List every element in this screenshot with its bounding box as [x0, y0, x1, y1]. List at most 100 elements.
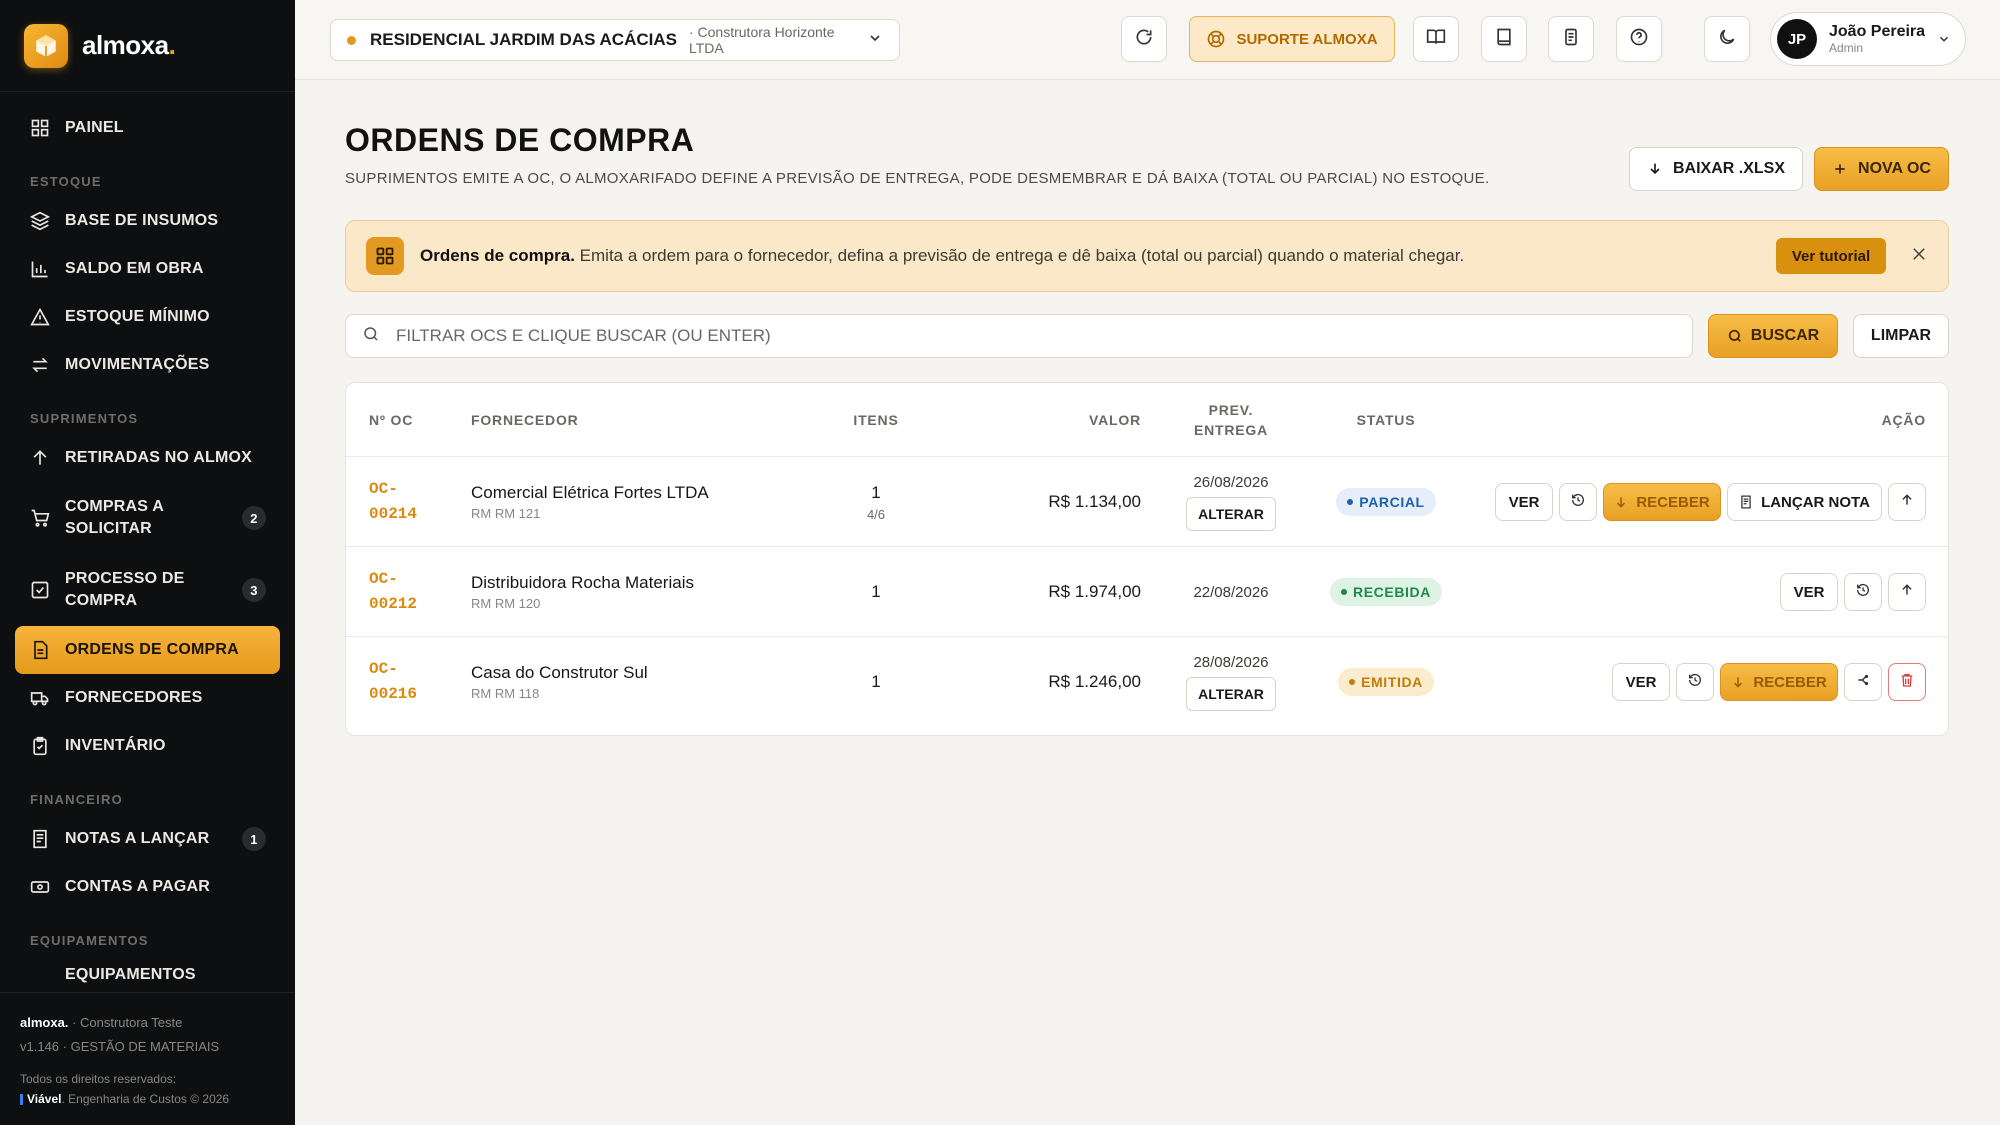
col-action: AÇÃO — [1881, 412, 1926, 428]
items-cell: 1 — [871, 582, 881, 601]
view-button[interactable]: VER — [1780, 573, 1838, 611]
history-button[interactable] — [1676, 663, 1714, 701]
oc-number[interactable]: OC- 00214 — [369, 457, 417, 547]
alter-date-button[interactable]: ALTERAR — [1186, 676, 1276, 711]
alter-date-button[interactable]: ALTERAR — [1186, 496, 1276, 531]
layers-icon — [29, 210, 51, 232]
oc-number[interactable]: OC- 00216 — [369, 637, 417, 727]
supplier-ref: RM RM 121 — [471, 506, 541, 521]
supplier-name: Comercial Elétrica Fortes LTDA — [471, 483, 709, 502]
sidebar-item-estoque-minimo[interactable]: ESTOQUE MÍNIMO — [15, 293, 280, 341]
sidebar-item-notas-a-lancar[interactable]: NOTAS A LANÇAR 1 — [15, 815, 280, 863]
history-icon — [1570, 492, 1586, 513]
history-button[interactable] — [1559, 483, 1597, 521]
sidebar-item-retiradas-no-almox[interactable]: RETIRADAS NO ALMOX — [15, 434, 280, 482]
dark-mode-button[interactable] — [1704, 16, 1750, 62]
section-estoque: ESTOQUE — [30, 174, 102, 189]
sidebar-item-painel[interactable]: PAINEL — [15, 104, 280, 152]
history-icon — [1855, 582, 1871, 603]
user-menu[interactable]: JP João Pereira Admin — [1770, 12, 1966, 66]
download-xlsx-button[interactable]: BAIXAR .XLSX — [1629, 147, 1803, 191]
notes-button[interactable] — [1548, 16, 1594, 62]
new-oc-label: NOVA OC — [1858, 160, 1931, 177]
user-role: Admin — [1829, 41, 1864, 55]
chevron-down-icon — [867, 30, 883, 51]
brand-name: almoxa. — [82, 30, 176, 60]
sidebar-item-base-de-insumos[interactable]: BASE DE INSUMOS — [15, 197, 280, 245]
close-banner-button[interactable] — [1910, 245, 1928, 268]
footer-vendor: Viável. Engenharia de Custos © 2026 — [20, 1089, 275, 1109]
table-row: OC- 00212 Distribuidora Rocha Materiais R… — [346, 547, 1948, 637]
page-title: ORDENS DE COMPRA — [345, 122, 695, 158]
sidebar-item-equipamentos[interactable]: EQUIPAMENTOS — [15, 956, 280, 986]
supplier-name: Casa do Construtor Sul — [471, 663, 648, 682]
launch-note-button[interactable]: LANÇAR NOTA — [1727, 483, 1882, 521]
cart-icon — [29, 507, 51, 529]
oc-number[interactable]: OC- 00212 — [369, 547, 417, 637]
sidebar-nav: PAINEL ESTOQUE BASE DE INSUMOS SALDO EM … — [0, 92, 295, 986]
support-button[interactable]: SUPORTE ALMOXA — [1189, 16, 1395, 62]
tutorial-button[interactable]: Ver tutorial — [1776, 238, 1886, 274]
download-icon — [1647, 161, 1663, 177]
sidebar: almoxa. PAINEL ESTOQUE BASE DE INSUMOS S… — [0, 0, 295, 1125]
split-button[interactable] — [1844, 663, 1882, 701]
sidebar-item-label: BASE DE INSUMOS — [65, 212, 219, 229]
orders-table: Nº OC FORNECEDOR ITENS VALOR PREV. ENTREG… — [345, 382, 1949, 736]
search-button[interactable]: BUSCAR — [1708, 314, 1838, 358]
send-up-button[interactable] — [1888, 573, 1926, 611]
tool-icon — [29, 964, 51, 986]
box-logo-icon — [24, 23, 68, 68]
split-icon — [1856, 673, 1870, 692]
project-status-dot — [347, 35, 356, 45]
sidebar-item-label: MOVIMENTAÇÕES — [65, 356, 210, 373]
sidebar-item-movimentacoes[interactable]: MOVIMENTAÇÕES — [15, 341, 280, 389]
brand[interactable]: almoxa. — [0, 0, 295, 92]
sidebar-item-contas-a-pagar[interactable]: CONTAS A PAGAR — [15, 863, 280, 911]
bar-chart-icon — [29, 258, 51, 280]
sidebar-item-saldo-em-obra[interactable]: SALDO EM OBRA — [15, 245, 280, 293]
help-icon — [1629, 27, 1649, 52]
supplier-cell: Casa do Construtor Sul RM RM 118 — [471, 637, 648, 727]
supplier-ref: RM RM 120 — [471, 596, 541, 611]
clear-button[interactable]: LIMPAR — [1853, 314, 1949, 358]
view-button[interactable]: VER — [1495, 483, 1553, 521]
sidebar-item-label: PAINEL — [65, 119, 124, 136]
page-subtitle: SUPRIMENTOS EMITE A OC, O ALMOXARIFADO D… — [345, 170, 1490, 187]
delete-button[interactable] — [1888, 663, 1926, 701]
sidebar-item-compras-a-solicitar[interactable]: COMPRAS A SOLICITAR 2 — [15, 482, 280, 554]
warning-icon — [29, 306, 51, 328]
value-cell: R$ 1.134,00 — [1048, 492, 1141, 511]
info-banner: Ordens de compra. Emita a ordem para o f… — [345, 220, 1949, 292]
new-oc-button[interactable]: NOVA OC — [1814, 147, 1949, 191]
search-icon — [362, 325, 380, 348]
clipboard-icon — [29, 735, 51, 757]
receive-button[interactable]: RECEBER — [1603, 483, 1721, 521]
col-value: VALOR — [1089, 412, 1141, 428]
receive-button[interactable]: RECEBER — [1720, 663, 1838, 701]
supplier-ref: RM RM 118 — [471, 686, 540, 701]
sidebar-item-label: ORDENS DE COMPRA — [65, 641, 239, 658]
help-button[interactable] — [1616, 16, 1662, 62]
sidebar-item-fornecedores[interactable]: FORNECEDORES — [15, 674, 280, 722]
book-button[interactable] — [1481, 16, 1527, 62]
delivery-cell: 26/08/2026 ALTERAR — [1161, 457, 1301, 547]
sidebar-item-processo-de-compra[interactable]: PROCESSO DE COMPRA 3 — [15, 554, 280, 626]
banner-text: Ordens de compra. Emita a ordem para o f… — [420, 246, 1465, 265]
table-header: Nº OC FORNECEDOR ITENS VALOR PREV. ENTREG… — [346, 383, 1948, 457]
send-up-button[interactable] — [1888, 483, 1926, 521]
sidebar-item-label: EQUIPAMENTOS — [65, 966, 196, 983]
project-selector[interactable]: RESIDENCIAL JARDIM DAS ACÁCIAS · Constru… — [330, 19, 900, 61]
view-button[interactable]: VER — [1612, 663, 1670, 701]
document-icon — [29, 639, 51, 661]
supplier-name: Distribuidora Rocha Materiais — [471, 573, 694, 592]
book-open-button[interactable] — [1413, 16, 1459, 62]
section-financeiro: FINANCEIRO — [30, 792, 123, 807]
sidebar-item-label: NOTAS A LANÇAR — [65, 830, 210, 847]
search-input[interactable] — [396, 326, 1676, 346]
notes-icon — [1561, 27, 1581, 52]
history-button[interactable] — [1844, 573, 1882, 611]
refresh-button[interactable] — [1121, 16, 1167, 62]
sidebar-item-inventario[interactable]: INVENTÁRIO — [15, 722, 280, 770]
row-actions: VER — [1780, 547, 1926, 637]
sidebar-item-ordens-de-compra[interactable]: ORDENS DE COMPRA — [15, 626, 280, 674]
